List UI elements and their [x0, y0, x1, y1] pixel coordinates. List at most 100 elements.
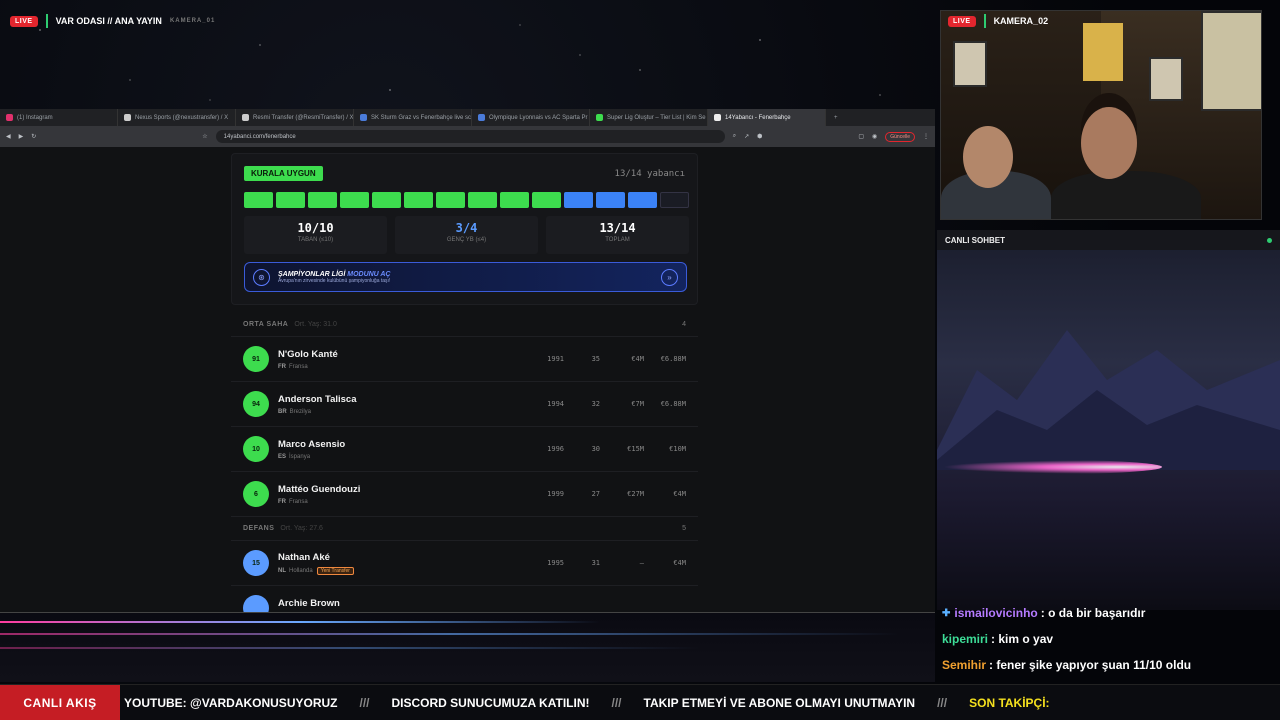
new-tab-icon[interactable]: + — [826, 115, 846, 121]
chat-message: kipemiri: kim o yav — [942, 626, 1272, 652]
player-info: Marco Asensio ES İspanya — [278, 439, 544, 460]
tab-label: Olympique Lyonnais vs AC Sparta Pr — [489, 114, 588, 121]
picture-frame — [953, 41, 987, 87]
banner-subtitle: Avrupa'nın zirvesinde kulübünü şampiyonl… — [278, 277, 391, 284]
quota-segment — [468, 192, 497, 208]
section-average-age: Ort. Yaş: 31.0 — [294, 321, 337, 328]
neon-streak — [0, 621, 600, 623]
update-button[interactable]: Güncelle — [885, 131, 915, 142]
section-title: DEFANS — [243, 525, 275, 532]
player-row[interactable]: 6 Mattéo Guendouzi FR Fransa 1999 27 €27M €4M — [231, 472, 698, 517]
birth-year: 1994 — [547, 400, 564, 408]
chat-header: CANLI SOHBET — [937, 230, 1280, 250]
jersey-number: 10 — [243, 436, 269, 462]
trophy-icon: ⊛ — [253, 268, 270, 286]
country-code: BR — [278, 408, 287, 415]
back-icon[interactable]: ◀ — [6, 133, 11, 140]
ticker-label: CANLI AKIŞ — [0, 684, 120, 720]
browser-tab[interactable]: Olympique Lyonnais vs AC Sparta Pr — [472, 109, 590, 126]
country-name: İspanya — [289, 453, 311, 460]
ticker-item: DISCORD SUNUCUMUZA KATILIN! — [391, 695, 590, 710]
stat-box: 3/4 GENÇ YB (≤4) — [395, 216, 538, 254]
url-text: 14yabanci.com/fenerbahce — [223, 133, 296, 140]
zoom-icon[interactable]: ⌕ — [733, 133, 736, 140]
player-age: 27 — [591, 490, 600, 498]
camera-label: KAMERA_01 — [169, 18, 216, 24]
live-badge-2: LIVE — [948, 15, 976, 27]
chat-text: : fener şike yapıyor şuan 11/10 oldu — [989, 658, 1192, 672]
url-field[interactable]: 14yabanci.com/fenerbahce — [215, 130, 725, 143]
divider-2 — [983, 14, 986, 28]
chat-messages: ✚ ismailovicinho: o da bir başarıdır kipem… — [942, 600, 1272, 678]
profile-icon[interactable]: ◉ — [872, 133, 877, 140]
player-age: 32 — [591, 400, 600, 408]
browser-tab[interactable]: Resmi Transfer (@ResmiTransfer) / X — [236, 109, 354, 126]
browser-tab[interactable]: Super Lig Oluştur – Tier List | Kim Se — [590, 109, 708, 126]
quota-segment — [660, 192, 689, 208]
player-name: Mattéo Guendouzi — [278, 483, 361, 495]
quota-segment — [628, 192, 657, 208]
bookmark-icon[interactable]: ☆ — [202, 133, 207, 140]
quota-segment — [532, 192, 561, 208]
extension-icon[interactable]: ⬢ — [757, 133, 762, 140]
figurine — [1083, 23, 1123, 81]
country-code: ES — [278, 453, 287, 460]
address-bar: ◀ ▶ ↻ ☆ 14yabanci.com/fenerbahce ⌕ ↗ ⬢ ▢… — [0, 126, 935, 147]
neon-band — [0, 612, 935, 682]
quota-segment — [308, 192, 337, 208]
favicon-icon — [360, 114, 367, 121]
person-right — [1051, 171, 1201, 219]
player-row[interactable]: 10 Marco Asensio ES İspanya 1996 30 €15M €10M — [231, 427, 698, 472]
forward-icon[interactable]: ▶ — [19, 133, 24, 140]
player-name: Nathan Aké — [278, 551, 330, 563]
double-chevron-icon[interactable]: » — [661, 268, 678, 286]
camera2-header: LIVE KAMERA_02 — [948, 14, 1048, 28]
market-value: €15M — [627, 445, 644, 453]
player-list: ORTA SAHA Ort. Yaş: 31.0 4 91 N'Golo Kanté FR… — [231, 313, 698, 612]
picture-frame — [1149, 57, 1183, 101]
news-ticker: CANLI AKIŞ YOUTUBE: @VARDAKONUSUYORUZ ///… — [0, 684, 1280, 720]
chat-panel: CANLI SOHBET — [937, 230, 1280, 610]
country-name: Fransa — [289, 498, 308, 505]
browser-tab[interactable]: Nexus Sports (@nexustransfer) / X — [118, 109, 236, 126]
player-name: Anderson Talisca — [278, 393, 357, 405]
player-row[interactable]: 91 N'Golo Kanté FR Fransa 1991 35 €4M €6.88M — [231, 337, 698, 382]
player-row[interactable]: Archie Brown — [231, 586, 698, 612]
browser-tab[interactable]: SK Sturm Graz vs Fenerbahçe live sc — [354, 109, 472, 126]
ticker-separator: /// — [359, 695, 370, 710]
stat-box: 10/10 TABAN (≤10) — [244, 216, 387, 254]
sidebar-icon[interactable]: ▢ — [858, 133, 864, 140]
birth-year: 1995 — [547, 559, 564, 567]
player-row[interactable]: 94 Anderson Talisca BR Brezilya 1994 32 €7M €6.… — [231, 382, 698, 427]
quota-bars — [244, 192, 689, 208]
section-title-wrap: ORTA SAHA Ort. Yaş: 31.0 — [243, 321, 337, 328]
rule-status-pill: KURALA UYGUN — [244, 166, 323, 181]
country-code: FR — [278, 363, 286, 370]
neon-streak — [0, 633, 900, 635]
menu-icon[interactable]: ⋮ — [923, 133, 929, 140]
tab-label: (1) Instagram — [17, 114, 53, 121]
quota-segment — [436, 192, 465, 208]
browser-window: (1) Instagram Nexus Sports (@nexustransfe… — [0, 109, 935, 612]
divider — [45, 14, 48, 28]
browser-tab[interactable]: (1) Instagram — [0, 109, 118, 126]
player-info: Archie Brown — [278, 598, 544, 613]
browser-tab[interactable]: 14Yabancı - Fenerbahçe — [708, 109, 826, 126]
tab-label: Nexus Sports (@nexustransfer) / X — [135, 114, 229, 121]
head-right — [1081, 107, 1137, 179]
quota-segment — [340, 192, 369, 208]
favicon-icon — [242, 114, 249, 121]
champions-league-banner[interactable]: ⊛ ŞAMPİYONLAR LİGİ MODUNU AÇ Avrupa'nın … — [244, 262, 687, 292]
ticker-items: YOUTUBE: @VARDAKONUSUYORUZ /// DISCORD SUN… — [120, 696, 1050, 710]
market-value: €4M — [631, 355, 644, 363]
ticker-separator: /// — [611, 695, 622, 710]
player-row[interactable]: 15 Nathan Aké NL Hollanda Yeni Transfer 1995 3… — [231, 541, 698, 586]
stat-box: 13/14 TOPLAM — [546, 216, 689, 254]
stat-boxes: 10/10 TABAN (≤10) 3/4 GENÇ YB (≤4) 13/14 TOPL… — [244, 216, 689, 254]
camera2-title: KAMERA_02 — [993, 16, 1049, 26]
reload-icon[interactable]: ↻ — [31, 133, 36, 140]
painting — [1201, 11, 1261, 111]
share-icon[interactable]: ↗ — [744, 133, 749, 140]
player-country: NL Hollanda Yeni Transfer — [278, 566, 544, 575]
stat-value: 3/4 — [455, 221, 478, 235]
